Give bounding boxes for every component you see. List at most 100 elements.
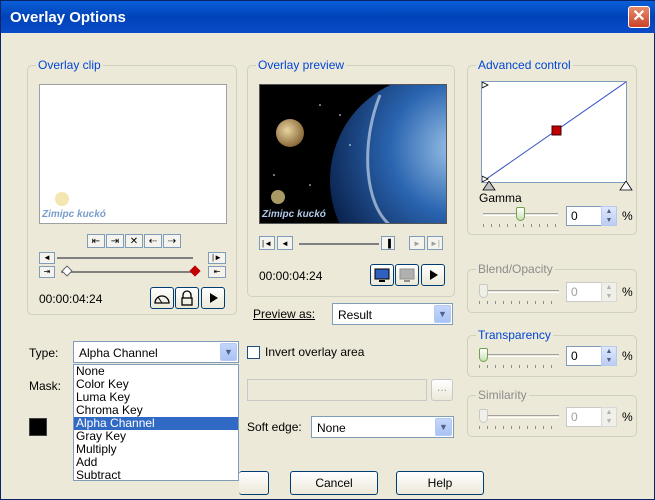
preview-monitor-button[interactable]	[370, 264, 394, 286]
clip-trim-end-marker[interactable]	[189, 265, 201, 277]
preview-start-icon[interactable]: |◄	[259, 236, 275, 250]
transparency-slider[interactable]	[479, 348, 559, 368]
gamma-slider-thumb[interactable]	[516, 207, 525, 221]
clip-side-buttons: |► ⇤	[208, 252, 226, 280]
blend-opacity-value: 0	[571, 285, 578, 299]
transparency-value: 0	[571, 349, 578, 363]
browse-label: ...	[436, 380, 447, 394]
preview-monitor-2-button[interactable]	[395, 264, 419, 286]
clip-tool-2[interactable]: ⇥	[106, 234, 124, 248]
planet-earth-image	[271, 85, 446, 223]
preview-next-icon[interactable]: ►	[409, 236, 425, 250]
rotate-icon	[154, 295, 170, 304]
gamma-spin-buttons[interactable]: ▲ ▼	[601, 206, 617, 226]
transparency-slider-track	[479, 354, 559, 357]
gamma-value: 0	[571, 209, 578, 223]
similarity-slider-track	[479, 415, 559, 418]
transparency-label: Transparency	[476, 328, 553, 342]
type-option[interactable]: Multiply	[74, 443, 238, 456]
overlay-clip-label: Overlay clip	[36, 58, 103, 72]
transparency-slider-ticks	[479, 365, 559, 368]
clip-mark-in-icon[interactable]: ⇥	[39, 266, 55, 278]
blend-opacity-label: Blend/Opacity	[476, 262, 555, 276]
window-title: Overlay Options	[10, 9, 126, 26]
cancel-button[interactable]: Cancel	[290, 471, 378, 495]
soft-edge-label: Soft edge:	[247, 420, 302, 434]
clip-timecode: 00:00:04:24	[39, 292, 103, 306]
clip-rotate-button[interactable]	[150, 287, 174, 309]
clip-trim-track	[61, 271, 199, 273]
gamma-curve-graph[interactable]	[481, 81, 627, 183]
similarity-spin-buttons[interactable]: ▲ ▼	[601, 407, 617, 427]
clip-trim-start-marker[interactable]	[61, 265, 73, 277]
similarity-spin-input[interactable]: 0	[566, 407, 602, 427]
similarity-slider-ticks	[479, 426, 559, 429]
clip-play-button[interactable]	[201, 287, 225, 309]
preview-prev-icon[interactable]: ◄	[277, 236, 293, 250]
overlay-clip-preview: Zimipc kuckó	[39, 84, 227, 224]
preview-watermark-text: Zimipc kuckó	[262, 209, 326, 220]
clip-prev-frame-icon[interactable]: ◄	[39, 252, 55, 264]
type-dropdown-list[interactable]: None Color Key Luma Key Chroma Key Alpha Cha…	[73, 364, 239, 481]
soft-edge-select[interactable]: None ▼	[311, 416, 454, 438]
gamma-spin-input[interactable]: 0	[566, 206, 602, 226]
preview-timecode: 00:00:04:24	[259, 269, 323, 283]
transparency-spin-buttons[interactable]: ▲ ▼	[601, 346, 617, 366]
clip-lock-button[interactable]	[175, 287, 199, 309]
overlay-preview-image: Zimipc kuckó	[259, 84, 447, 224]
blend-opacity-slider-track	[479, 290, 559, 293]
clip-mark-out-icon[interactable]: ⇤	[208, 266, 226, 278]
mask-label: Mask:	[29, 379, 62, 393]
preview-scrub-thumb[interactable]: ▐	[381, 236, 395, 250]
mask-file-field[interactable]	[247, 379, 427, 401]
invert-overlay-checkbox[interactable]	[247, 346, 260, 359]
clip-tool-4[interactable]: ⇠	[144, 234, 162, 248]
type-select[interactable]: Alpha Channel ▼	[73, 341, 239, 363]
cancel-label: Cancel	[315, 476, 353, 490]
lock-icon	[181, 290, 193, 306]
preview-as-select[interactable]: Result ▼	[332, 303, 453, 325]
similarity-slider[interactable]	[479, 409, 559, 429]
similarity-slider-thumb[interactable]	[479, 409, 488, 423]
close-button[interactable]: ✕	[628, 6, 650, 28]
clip-scrub-track	[57, 257, 193, 259]
close-icon: ✕	[632, 8, 646, 25]
blend-opacity-spin-buttons[interactable]: ▲ ▼	[601, 282, 617, 302]
gamma-percent: %	[622, 209, 633, 223]
clip-tool-5[interactable]: ⇢	[163, 234, 181, 248]
blend-opacity-spin-input[interactable]: 0	[566, 282, 602, 302]
gamma-curve	[481, 81, 627, 183]
clip-toolbar: ⇤ ⇥ ✕ ⇠ ⇢	[87, 234, 183, 248]
preview-play-button[interactable]	[421, 264, 445, 286]
gamma-black-point-marker[interactable]	[482, 181, 496, 191]
chevron-down-icon: ▼	[435, 418, 452, 436]
clip-end-icon[interactable]: |►	[208, 252, 226, 264]
type-option[interactable]: Subtract	[74, 469, 238, 481]
blend-opacity-slider[interactable]	[479, 284, 559, 304]
transparency-slider-thumb[interactable]	[479, 348, 488, 362]
help-label: Help	[427, 476, 453, 490]
preview-as-value: Result	[338, 308, 373, 322]
mask-color-swatch[interactable]	[29, 418, 47, 436]
preview-scrub-bar[interactable]: |◄ ◄ ▐ ► ►|	[259, 236, 447, 252]
type-value: Alpha Channel	[79, 346, 158, 360]
gamma-slider[interactable]	[483, 207, 558, 227]
clip-scrub-bar[interactable]: ◄ ⇥	[39, 252, 203, 280]
clip-tool-3[interactable]: ✕	[125, 234, 143, 248]
preview-end-icon[interactable]: ►|	[427, 236, 443, 250]
clip-tool-1[interactable]: ⇤	[87, 234, 105, 248]
ok-button[interactable]	[239, 471, 269, 495]
transparency-spin-input[interactable]: 0	[566, 346, 602, 366]
blend-opacity-slider-thumb[interactable]	[479, 284, 488, 298]
blend-opacity-slider-ticks	[479, 301, 559, 304]
monitor-disabled-icon	[399, 268, 415, 282]
play-icon	[210, 293, 218, 303]
preview-scrub-track	[299, 243, 379, 245]
browse-button[interactable]: ...	[431, 379, 453, 401]
overlay-preview-label: Overlay preview	[256, 58, 347, 72]
soft-edge-value: None	[317, 421, 346, 435]
blend-opacity-percent: %	[622, 285, 633, 299]
gamma-white-point-marker[interactable]	[619, 181, 633, 191]
type-label: Type:	[29, 346, 59, 360]
help-button[interactable]: Help	[396, 471, 484, 495]
